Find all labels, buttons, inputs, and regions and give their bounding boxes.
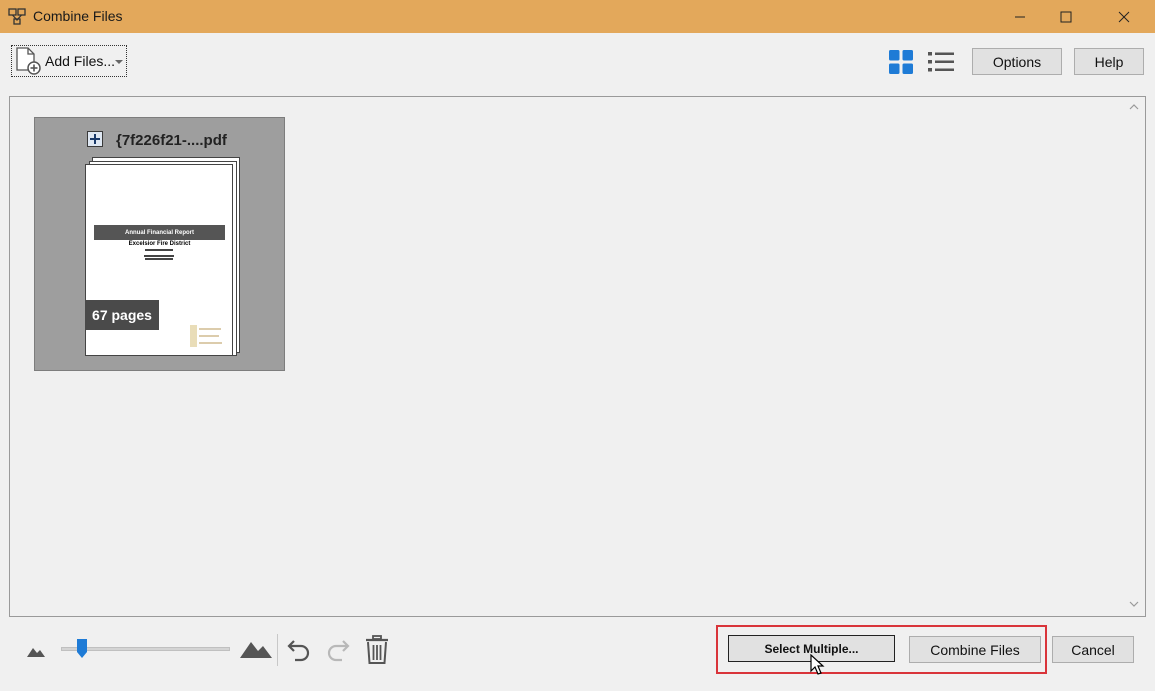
toolbar-divider	[277, 634, 278, 666]
expand-icon[interactable]	[87, 131, 103, 147]
window-title: Combine Files	[33, 8, 123, 24]
maximize-button[interactable]	[1043, 0, 1089, 33]
help-button[interactable]: Help	[1074, 48, 1144, 75]
close-icon	[1118, 11, 1130, 22]
minimize-button[interactable]	[997, 0, 1043, 33]
thumbnail-report-title: Annual Financial Report	[94, 225, 225, 240]
thumbnail-district: Excelsior Fire District	[128, 241, 191, 247]
add-files-label: Add Files...	[45, 53, 116, 69]
thumbnail-view-icon[interactable]	[889, 50, 913, 74]
thumbnail-text-line	[145, 258, 173, 260]
cancel-button[interactable]: Cancel	[1052, 636, 1134, 663]
chevron-down-icon[interactable]	[115, 60, 123, 64]
maximize-icon	[1060, 11, 1072, 22]
combine-files-button[interactable]: Combine Files	[909, 636, 1041, 663]
add-file-icon	[16, 47, 41, 75]
thumbnail-text-line	[144, 255, 174, 257]
firm-logo-icon	[190, 325, 222, 347]
zoom-slider-thumb[interactable]	[77, 639, 87, 658]
file-name: {7f226f21-....pdf	[116, 132, 227, 149]
title-bar: Combine Files	[0, 0, 1155, 33]
zoom-in-icon[interactable]	[240, 638, 272, 658]
undo-icon[interactable]	[286, 637, 312, 663]
list-view-icon[interactable]	[928, 50, 954, 74]
combine-files-app-icon	[8, 8, 26, 25]
redo-icon[interactable]	[325, 637, 351, 663]
options-button[interactable]: Options	[972, 48, 1062, 75]
delete-icon[interactable]	[364, 635, 390, 665]
thumbnail-text-line	[145, 249, 173, 251]
scroll-down-icon[interactable]	[1128, 597, 1140, 611]
close-button[interactable]	[1101, 0, 1147, 33]
zoom-out-icon[interactable]	[27, 645, 45, 657]
minimize-icon	[1015, 16, 1025, 17]
page-count-badge: 67 pages	[85, 300, 159, 330]
scroll-up-icon[interactable]	[1128, 100, 1140, 114]
add-files-button[interactable]: Add Files...	[11, 45, 127, 77]
select-multiple-button[interactable]: Select Multiple...	[728, 635, 895, 662]
